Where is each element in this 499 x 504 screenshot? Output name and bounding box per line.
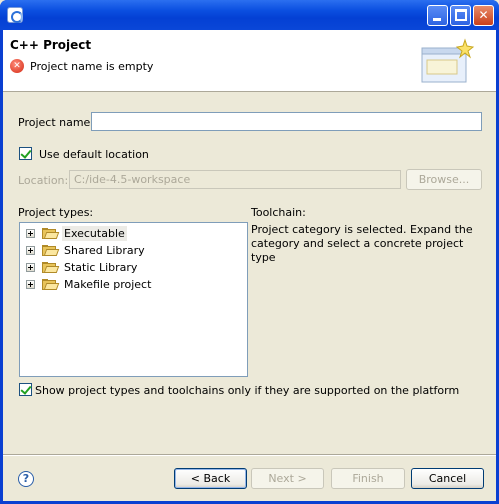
browse-button[interactable]: Browse...	[406, 169, 482, 190]
wizard-banner-icon	[421, 38, 475, 83]
folder-icon	[42, 245, 60, 256]
minimize-icon	[433, 18, 441, 21]
location-input[interactable]: C:/ide-4.5-workspace	[69, 170, 401, 189]
footer-separator	[3, 454, 496, 456]
back-button[interactable]: < Back	[174, 468, 247, 489]
dialog-window: ✕ C++ Project ✕ Project name is empty Pr…	[0, 0, 499, 504]
help-icon[interactable]: ?	[18, 471, 34, 487]
project-name-label: Project name:	[18, 116, 95, 129]
folder-icon	[42, 279, 60, 290]
project-name-input[interactable]	[91, 112, 482, 131]
use-default-location-label: Use default location	[39, 148, 149, 161]
expand-icon[interactable]	[26, 263, 35, 272]
finish-button[interactable]: Finish	[331, 468, 405, 489]
tree-item[interactable]: Shared Library	[20, 242, 247, 259]
title-bar[interactable]: ✕	[0, 0, 499, 30]
tree-item-label: Shared Library	[64, 244, 145, 257]
cancel-button[interactable]: Cancel	[411, 468, 484, 489]
folder-icon	[42, 262, 60, 273]
tree-item-label: Makefile project	[64, 278, 152, 291]
minimize-button[interactable]	[427, 5, 448, 26]
error-message: Project name is empty	[30, 60, 154, 73]
toolchain-label: Toolchain:	[251, 206, 306, 219]
page-title: C++ Project	[10, 38, 92, 52]
tree-item[interactable]: Makefile project	[20, 276, 247, 293]
wizard-header: C++ Project ✕ Project name is empty	[3, 30, 496, 92]
app-icon	[7, 7, 23, 23]
expand-icon[interactable]	[26, 280, 35, 289]
project-types-tree[interactable]: Executable Shared Library Static Library…	[19, 222, 248, 377]
error-icon: ✕	[10, 59, 24, 73]
folder-icon	[42, 228, 60, 239]
close-button[interactable]: ✕	[473, 5, 494, 26]
expand-icon[interactable]	[26, 246, 35, 255]
filter-supported-checkbox[interactable]	[19, 383, 32, 396]
tree-item-label: Executable	[62, 226, 127, 241]
expand-icon[interactable]	[26, 229, 35, 238]
maximize-icon	[455, 9, 467, 21]
next-button[interactable]: Next >	[251, 468, 324, 489]
filter-supported-label: Show project types and toolchains only i…	[35, 384, 460, 397]
location-label: Location:	[18, 174, 69, 187]
maximize-button[interactable]	[450, 5, 471, 26]
dialog-client: C++ Project ✕ Project name is empty Proj…	[3, 30, 496, 501]
toolchain-message: Project category is selected. Expand the…	[251, 223, 473, 264]
use-default-location-checkbox[interactable]	[19, 147, 32, 160]
tree-item[interactable]: Executable	[20, 225, 247, 242]
tree-item[interactable]: Static Library	[20, 259, 247, 276]
project-types-label: Project types:	[18, 206, 94, 219]
close-icon: ✕	[478, 8, 489, 22]
tree-item-label: Static Library	[64, 261, 138, 274]
